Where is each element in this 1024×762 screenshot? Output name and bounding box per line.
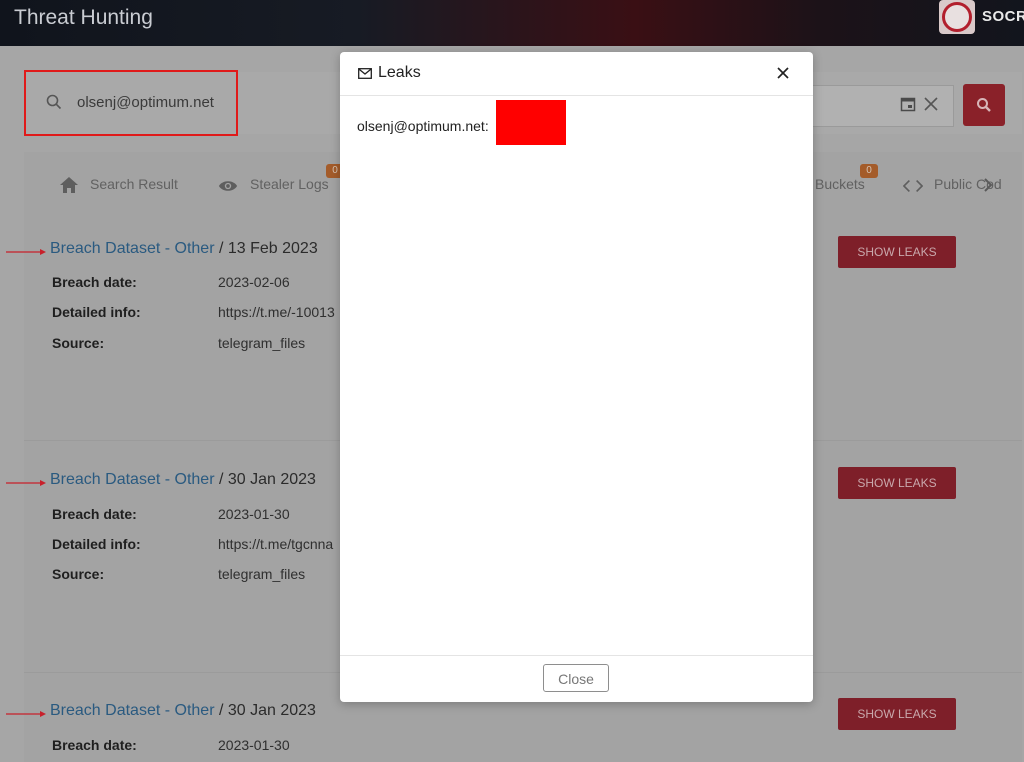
buckets-badge: 0 xyxy=(860,164,878,178)
close-button[interactable]: Close xyxy=(543,664,609,692)
home-icon xyxy=(60,177,78,193)
field-value-link[interactable]: https://t.me/-10013 xyxy=(218,304,335,320)
field-label: Breach date: xyxy=(52,737,137,753)
leak-entry: olsenj@optimum.net: xyxy=(357,118,489,134)
field-label: Breach date: xyxy=(52,274,137,290)
code-icon xyxy=(903,179,923,193)
tab-stealer-logs[interactable]: Stealer Logs xyxy=(250,176,329,192)
breach-dataset-link[interactable]: Breach Dataset - Other xyxy=(50,471,215,488)
top-bar: Threat Hunting SOCR xyxy=(0,0,1024,46)
modal-title: Leaks xyxy=(378,64,421,81)
show-leaks-button[interactable]: SHOW LEAKS xyxy=(838,698,956,730)
field-value: 2023-01-30 xyxy=(218,506,290,522)
close-icon[interactable] xyxy=(776,66,790,80)
field-label: Source: xyxy=(52,335,105,351)
field-label: Detailed info: xyxy=(52,304,141,320)
tab-buckets[interactable]: Buckets xyxy=(815,176,865,192)
field-label: Detailed info: xyxy=(52,536,141,552)
chevron-right-icon[interactable] xyxy=(983,178,993,192)
red-arrow-icon xyxy=(6,480,46,486)
tab-search-result[interactable]: Search Result xyxy=(90,176,178,192)
app-title: Threat Hunting xyxy=(14,6,153,29)
brand-name: SOCR xyxy=(982,8,1024,25)
result-title: Breach Dataset - Other / 30 Jan 2023 xyxy=(50,471,316,489)
field-value: telegram_files xyxy=(218,566,306,582)
field-value: telegram_files xyxy=(218,335,306,351)
field-value-link[interactable]: https://t.me/tgcnna xyxy=(218,536,333,552)
result-title: Breach Dataset - Other / 30 Jan 2023 xyxy=(50,702,316,720)
leaks-modal: Leaks olsenj@optimum.net: Close xyxy=(340,52,813,702)
breach-dataset-link[interactable]: Breach Dataset - Other xyxy=(50,240,215,257)
field-value: 2023-02-06 xyxy=(218,274,290,290)
field-label: Breach date: xyxy=(52,506,137,522)
field-label: Source: xyxy=(52,566,105,582)
separator: / xyxy=(214,471,228,488)
show-leaks-button[interactable]: SHOW LEAKS xyxy=(838,236,956,268)
clear-icon[interactable] xyxy=(924,97,938,111)
show-leaks-button[interactable]: SHOW LEAKS xyxy=(838,467,956,499)
calendar-icon[interactable] xyxy=(900,96,916,112)
result-date: 30 Jan 2023 xyxy=(227,702,316,719)
result-date: 13 Feb 2023 xyxy=(227,240,318,257)
brand-logo xyxy=(939,0,975,34)
separator: / xyxy=(214,702,228,719)
search-icon xyxy=(46,94,62,110)
separator: / xyxy=(214,240,228,257)
redaction-block xyxy=(496,100,566,145)
red-arrow-icon xyxy=(6,711,46,717)
modal-footer-divider xyxy=(340,655,813,656)
mail-icon xyxy=(358,68,372,79)
search-input[interactable]: olsenj@optimum.net xyxy=(77,94,214,111)
breach-dataset-link[interactable]: Breach Dataset - Other xyxy=(50,702,215,719)
search-button[interactable] xyxy=(963,84,1005,126)
red-arrow-icon xyxy=(6,249,46,255)
search-button-icon xyxy=(977,98,991,112)
field-value: 2023-01-30 xyxy=(218,737,290,753)
result-title: Breach Dataset - Other / 13 Feb 2023 xyxy=(50,240,318,258)
result-date: 30 Jan 2023 xyxy=(227,471,316,488)
modal-header: Leaks xyxy=(340,52,813,96)
eye-icon xyxy=(218,181,238,191)
